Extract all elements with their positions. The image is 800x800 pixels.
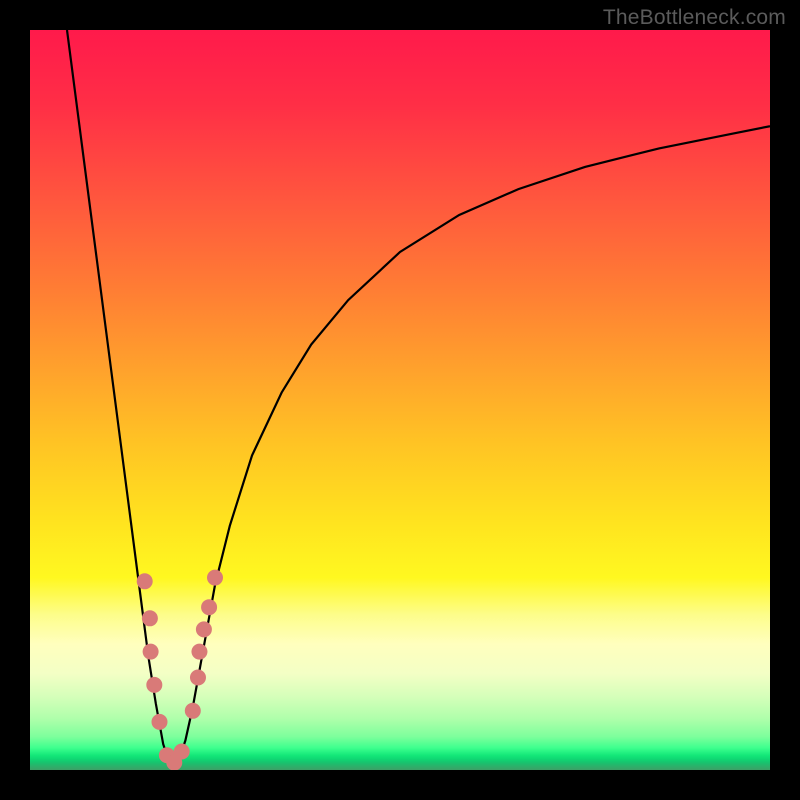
data-marker [174, 744, 190, 760]
watermark-text: TheBottleneck.com [603, 6, 786, 30]
plot-area [30, 30, 770, 770]
data-marker [142, 610, 158, 626]
data-marker [185, 703, 201, 719]
data-marker [191, 644, 207, 660]
data-marker [152, 714, 168, 730]
data-marker [201, 599, 217, 615]
chart-stage: TheBottleneck.com [0, 0, 800, 800]
data-marker [146, 677, 162, 693]
data-marker [196, 621, 212, 637]
marker-layer [30, 30, 770, 770]
marker-group [137, 570, 223, 770]
data-marker [207, 570, 223, 586]
data-marker [143, 644, 159, 660]
data-marker [190, 670, 206, 686]
data-marker [137, 573, 153, 589]
